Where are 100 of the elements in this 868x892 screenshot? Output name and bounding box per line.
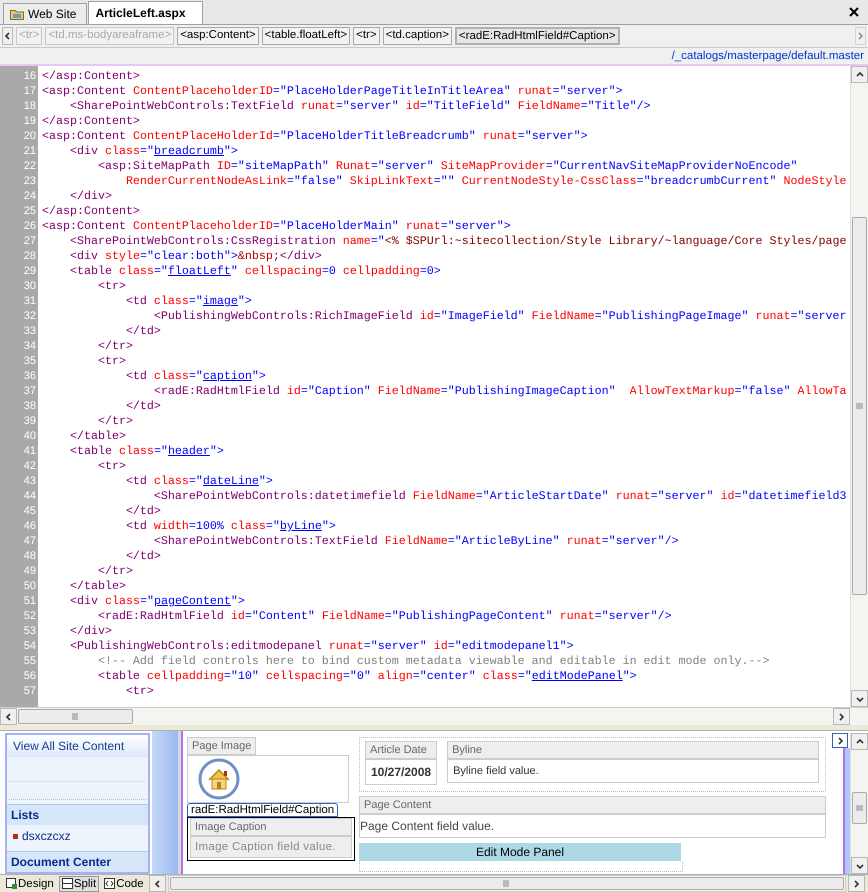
- scroll-right-button[interactable]: [848, 875, 865, 892]
- line-number: 47: [22, 534, 37, 549]
- line-number: 22: [22, 159, 37, 174]
- line-number: 54: [22, 639, 37, 654]
- line-number: 25: [22, 204, 37, 219]
- grip-icon: [856, 804, 863, 812]
- chevron-up-icon: [855, 70, 864, 80]
- code-line: <td class="caption">: [124, 369, 267, 384]
- view-button[interactable]: Code: [101, 876, 147, 892]
- horizontal-scrollbar[interactable]: [0, 707, 868, 725]
- code-line: </table>: [68, 579, 127, 594]
- bullet-icon: [13, 834, 18, 838]
- document-tab[interactable]: Web Site: [3, 3, 88, 24]
- code-line: <asp:Content ContentPlaceholderID="PlaceHolderMain" runat="server">: [42, 219, 512, 234]
- code-line: <div class="pageContent">: [68, 594, 246, 609]
- line-number: 38: [22, 399, 37, 414]
- chevron-left-icon: [3, 31, 12, 41]
- scroll-right-button[interactable]: [833, 708, 850, 725]
- scroll-thumb[interactable]: [18, 709, 133, 724]
- line-number: 39: [22, 414, 37, 429]
- vertical-scrollbar[interactable]: [850, 66, 868, 707]
- vertical-scrollbar[interactable]: [850, 733, 868, 874]
- code-line: </td>: [124, 324, 162, 339]
- chevron-right-icon: [852, 878, 861, 888]
- grip-icon: [503, 880, 510, 887]
- scroll-thumb[interactable]: [852, 217, 867, 595]
- scroll-thumb[interactable]: [852, 792, 867, 824]
- tag-selector-item[interactable]: <asp:Content>: [177, 27, 259, 45]
- navigation-item[interactable]: dsxczcxz: [22, 829, 71, 843]
- code-line: </asp:Content>: [42, 69, 141, 84]
- code-line: <div style="clear:both">&nbsp;</div>: [68, 249, 323, 264]
- line-number: 36: [22, 369, 37, 384]
- chevron-left-icon: [152, 878, 162, 888]
- code-view-icon: [104, 878, 116, 889]
- scroll-down-button[interactable]: [851, 857, 868, 874]
- document-tab[interactable]: ArticleLeft.aspx: [88, 1, 202, 24]
- code-line: </tr>: [96, 414, 134, 429]
- code-line: <tr>: [124, 684, 155, 699]
- master-page-link[interactable]: /_catalogs/masterpage/default.master: [672, 50, 864, 62]
- code-line: </table>: [68, 429, 127, 444]
- line-number: 48: [22, 549, 37, 564]
- code-line: <SharePointWebControls:CssRegistration name="<% $SPUrl:~sitecollection/Style Library/~language/Core Styles/page: [68, 234, 848, 249]
- code-line: <radE:RadHtmlField id="Content" FieldName="PublishingPageContent" runat="server"/>: [96, 609, 673, 624]
- design-canvas[interactable]: Page Image radE:RadHtmlField#Caption Image Caption Image Caption field value. Article Date 10/27/2008 Byline Byline field value. Page Content Page Content field value. Edit Mode Panel: [181, 731, 830, 874]
- date-field[interactable]: 10/27/2008: [365, 759, 438, 785]
- line-number: 37: [22, 384, 37, 399]
- line-number: 43: [22, 474, 37, 489]
- code-line: <td class="dateLine">: [124, 474, 274, 489]
- navigation-heading[interactable]: Lists: [7, 804, 148, 825]
- navigation-heading[interactable]: Document Center: [7, 851, 148, 872]
- line-number: 30: [22, 279, 37, 294]
- tag-selector-item[interactable]: <td.caption>: [382, 27, 452, 45]
- image-field[interactable]: [187, 755, 349, 803]
- line-number: 51: [22, 594, 37, 609]
- scroll-left-button[interactable]: [148, 875, 166, 892]
- code-line: <PublishingWebControls:RichImageField id="ImageField" FieldName="PublishingPageImage" runat="server: [152, 309, 848, 324]
- code-line: <table cellpadding="10" cellspacing="0" align="center" class="editModePanel">: [96, 669, 638, 684]
- field-label: Article Date: [365, 741, 438, 759]
- line-number: 52: [22, 609, 37, 624]
- tag-selector-item[interactable]: <tr>: [353, 27, 380, 45]
- home-icon: [198, 758, 240, 800]
- selected-tag-label: radE:RadHtmlField#Caption: [187, 803, 338, 817]
- line-number: 40: [22, 429, 37, 444]
- code-line: <td class="image">: [124, 294, 253, 309]
- line-number: 35: [22, 354, 37, 369]
- scroll-left-button[interactable]: [2, 27, 13, 45]
- navigation-link[interactable]: View All Site Content: [7, 735, 148, 757]
- edit-mode-panel: Edit Mode Panel: [359, 843, 681, 861]
- split-view-icon: [62, 878, 73, 889]
- line-number: 46: [22, 519, 37, 534]
- content-field[interactable]: Page Content field value.: [359, 814, 826, 838]
- code-line: <SharePointWebControls:TextField runat="server" id="TitleField" FieldName="Title"/>: [68, 99, 652, 114]
- field-label: Image Caption: [190, 818, 352, 836]
- view-button[interactable]: Split: [58, 876, 100, 892]
- expand-button[interactable]: [832, 733, 848, 748]
- line-number: 23: [22, 174, 37, 189]
- chevron-right-icon: [836, 736, 844, 746]
- line-number: 45: [22, 504, 37, 519]
- line-number: 20: [22, 129, 37, 144]
- code-line: <asp:SiteMapPath ID="siteMapPath" Runat="server" SiteMapProvider="CurrentNavSiteMapProviderNoEncode": [96, 159, 799, 174]
- line-number: 31: [22, 294, 37, 309]
- folder-icon: [10, 8, 24, 20]
- scroll-left-button[interactable]: [0, 708, 17, 725]
- line-number: 28: [22, 249, 37, 264]
- code-line: <tr>: [96, 279, 127, 294]
- code-line: RenderCurrentNodeAsLink="false" SkipLinkText="" CurrentNodeStyle-CssClass="breadcrumbCurrent" NodeStyle: [124, 174, 848, 189]
- byline-field[interactable]: Byline field value.: [447, 759, 819, 783]
- scroll-down-button[interactable]: [851, 690, 868, 707]
- line-number: 56: [22, 669, 37, 684]
- field-label: Page Image: [187, 737, 256, 755]
- horizontal-scrollbar[interactable]: [168, 875, 846, 892]
- view-button[interactable]: Design: [3, 876, 57, 892]
- caption-field[interactable]: Image Caption Image Caption field value.: [187, 817, 355, 861]
- line-number: 49: [22, 564, 37, 579]
- tag-selector-item[interactable]: <radE:RadHtmlField#Caption>: [454, 27, 620, 45]
- tag-selector-item[interactable]: <table.floatLeft>: [262, 27, 350, 45]
- code-line: <tr>: [96, 459, 127, 474]
- scroll-up-button[interactable]: [851, 66, 868, 83]
- close-icon: [849, 7, 859, 17]
- scroll-up-button[interactable]: [851, 733, 868, 750]
